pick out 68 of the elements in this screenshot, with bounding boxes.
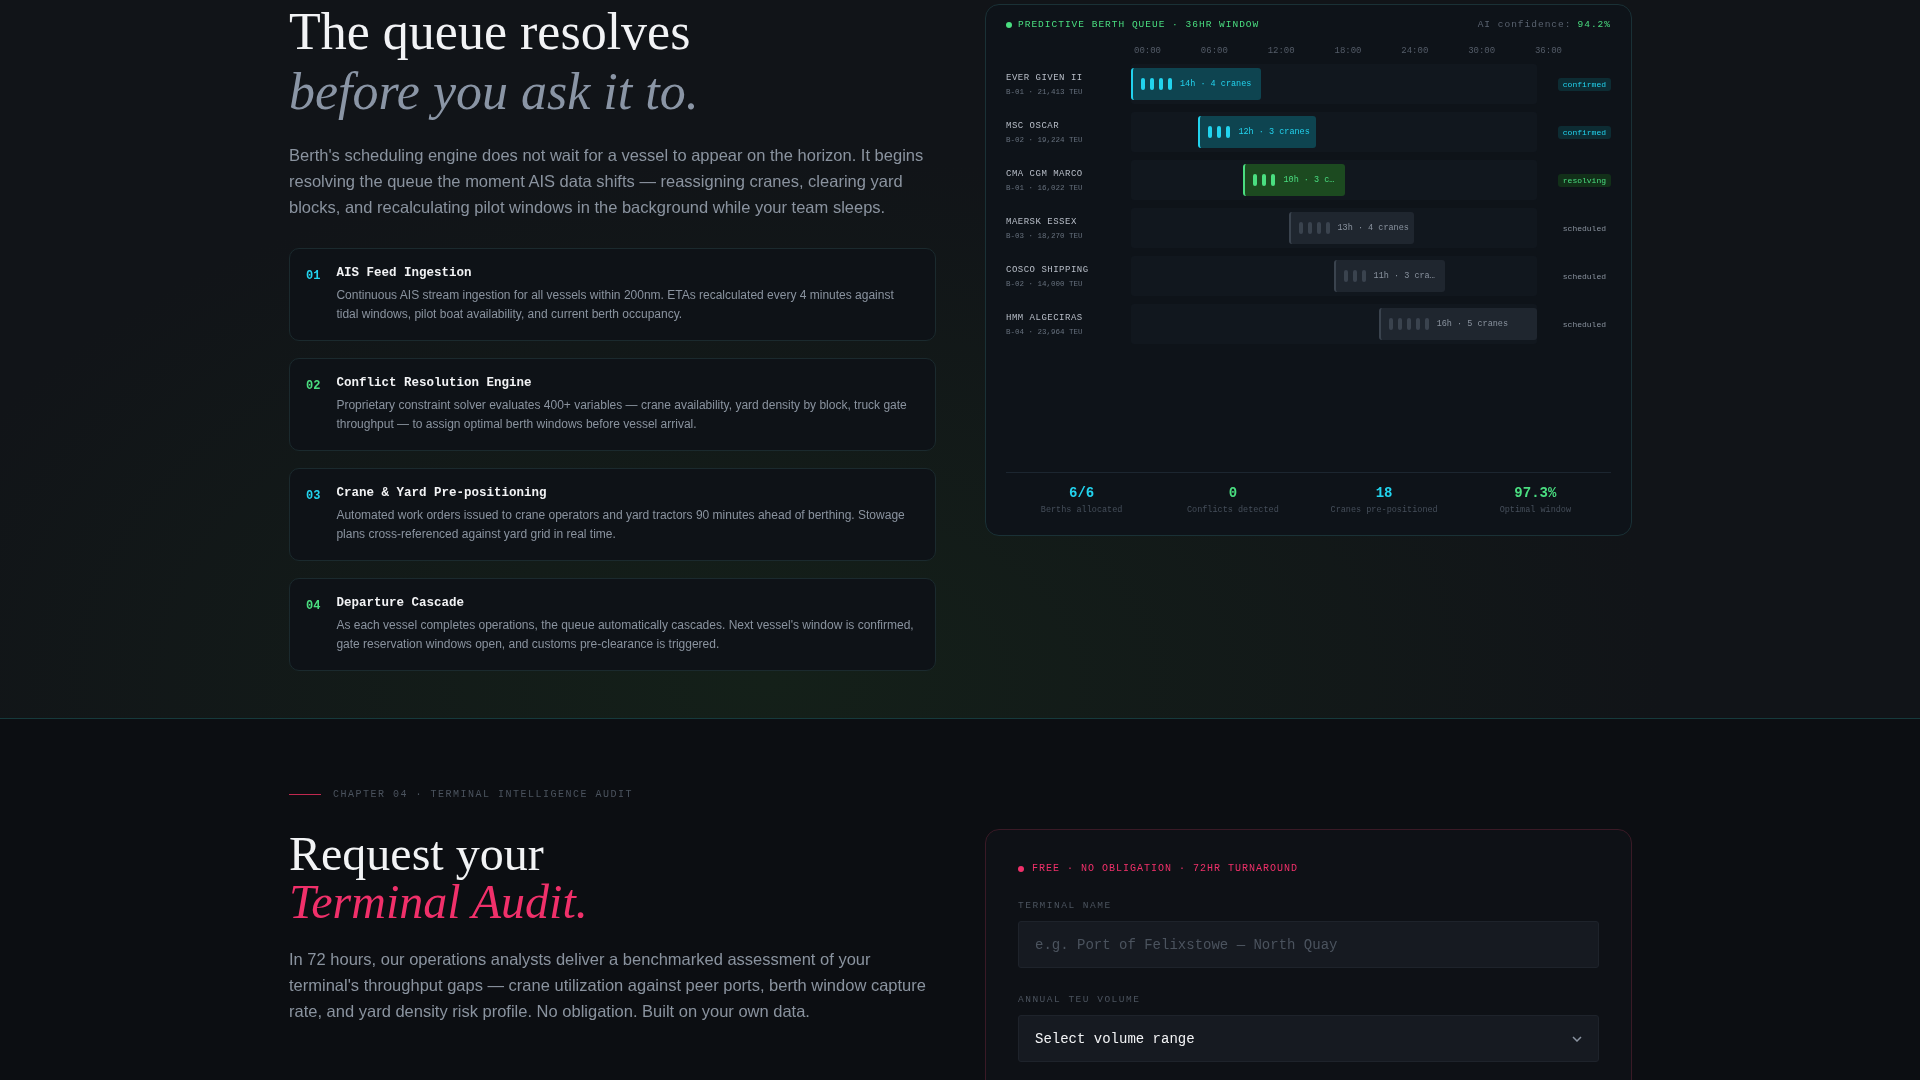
step-number: 02 — [306, 378, 321, 395]
berth-window-bar: 14h · 4 cranes — [1131, 68, 1261, 100]
live-dot-icon — [1006, 21, 1012, 28]
time-tick: 06:00 — [1200, 46, 1228, 56]
status-tag: scheduled — [1557, 317, 1611, 331]
time-tick: 30:00 — [1468, 46, 1496, 56]
field-label: TERMINAL NAME — [1018, 900, 1113, 911]
time-tick: 18:00 — [1334, 46, 1362, 56]
status-tag: scheduled — [1557, 269, 1611, 283]
crane-marks-icon — [1388, 318, 1429, 330]
stat-label: Conflicts detected — [1186, 505, 1279, 515]
step-number: 03 — [306, 488, 321, 505]
status-tag: scheduled — [1557, 221, 1611, 235]
step-title: Crane & Yard Pre-positioning — [336, 486, 548, 500]
offer-tag: FREE · NO OBLIGATION · 72HR TURNAROUND — [1032, 863, 1299, 874]
berth-window-bar: 11h · 3 cra… — [1333, 260, 1446, 292]
stat-label: Cranes pre-positioned — [1330, 505, 1438, 515]
field-label: ANNUAL TEU VOLUME — [1018, 994, 1142, 1005]
time-tick: 24:00 — [1401, 46, 1429, 56]
vessel-name: CMA CGM MARCO — [1006, 168, 1084, 179]
chapter-label: CHAPTER 04 · TERMINAL INTELLIGENCE AUDIT — [333, 789, 634, 800]
status-tag: resolving — [1557, 173, 1611, 187]
stat-value: 18 — [1375, 485, 1393, 501]
status-tag: confirmed — [1557, 77, 1611, 91]
crane-marks-icon — [1208, 126, 1231, 138]
crane-marks-icon — [1343, 270, 1366, 282]
stat-value: 0 — [1228, 485, 1238, 501]
vessel-name: MSC OSCAR — [1006, 120, 1061, 131]
confidence-label: AI confidence: — [1477, 19, 1572, 30]
berth-window-bar: 16h · 5 cranes — [1378, 308, 1537, 340]
stat-value: 6/6 — [1069, 485, 1095, 501]
step-description: Automated work orders issued to crane operators and yard tractors 90 minutes ahead of berthing. Stowage plans cross-referenced against yard grid in real time. — [336, 507, 906, 543]
crane-marks-icon — [1253, 174, 1276, 186]
vessel-name: COSCO SHIPPING — [1006, 264, 1090, 275]
hero-title: The queue resolves — [289, 2, 692, 62]
vessel-name: MAERSK ESSEX — [1006, 216, 1078, 227]
confidence-value: 94.2% — [1577, 19, 1611, 30]
audit-title: Request your — [289, 830, 545, 878]
time-tick: 00:00 — [1134, 46, 1161, 56]
step-description: As each vessel completes operations, the queue automatically cascades. Next vessel's window is confirmed, gate reservation windows open, and customs pre-clearance is triggered. — [336, 617, 915, 653]
step-number: 04 — [306, 598, 321, 615]
berth-window-bar: 13h · 4 cranes — [1288, 212, 1415, 244]
step-title: AIS Feed Ingestion — [336, 266, 473, 280]
intro-paragraph: Berth's scheduling engine does not wait for a vessel to appear on the horizon. It begins resolving the queue the moment AIS data shifts — reassigning cranes, clearing yard blocks, and recalculating pilot windows in the background while your team sleeps. — [289, 145, 925, 218]
step-description: Proprietary constraint solver evaluates 400+ variables — crane availability, yard density by block, truck gate throughput — to assign optimal berth windows before vessel arrival. — [336, 397, 908, 433]
step-number: 01 — [306, 268, 321, 285]
status-tag: confirmed — [1557, 125, 1611, 139]
stat-value: 97.3% — [1514, 485, 1557, 501]
crane-marks-icon — [1298, 222, 1330, 234]
crane-marks-icon — [1141, 78, 1172, 90]
status-dot-icon — [1018, 865, 1024, 872]
step-description: Continuous AIS stream ingestion for all vessels within 200nm. ETAs recalculated every 4 minutes against tidal windows, pilot boat availability, and current berth occupancy. — [336, 287, 895, 323]
vessel-name: HMM ALGECIRAS — [1006, 312, 1084, 323]
terminal-name-field[interactable]: e.g. Port of Felixstowe — North Quay — [1018, 921, 1599, 968]
step-title: Departure Cascade — [336, 596, 465, 610]
hero-title-accent: before you ask it to. — [289, 62, 700, 122]
stat-label: Optimal window — [1499, 505, 1572, 515]
volume-select[interactable]: Select volume range — [1018, 1015, 1599, 1062]
chevron-icon — [1572, 1035, 1582, 1042]
panel-title: PREDICTIVE BERTH QUEUE · 36HR WINDOW — [1018, 19, 1261, 30]
time-tick: 36:00 — [1534, 46, 1562, 56]
berth-window-bar: 12h · 3 cranes — [1198, 116, 1317, 148]
time-tick: 12:00 — [1267, 46, 1295, 56]
step-title: Conflict Resolution Engine — [336, 376, 533, 390]
audit-paragraph: In 72 hours, our operations analysts deliver a benchmarked assessment of your terminal's throughput gaps — crane utilization against peer ports, berth window capture rate, and yard density risk profile. No obligation. Built on your own data. — [289, 949, 927, 1022]
berth-window-bar: 10h · 3 c… — [1243, 164, 1345, 196]
stat-label: Berths allocated — [1040, 505, 1123, 515]
vessel-name: EVER GIVEN II — [1006, 72, 1084, 83]
